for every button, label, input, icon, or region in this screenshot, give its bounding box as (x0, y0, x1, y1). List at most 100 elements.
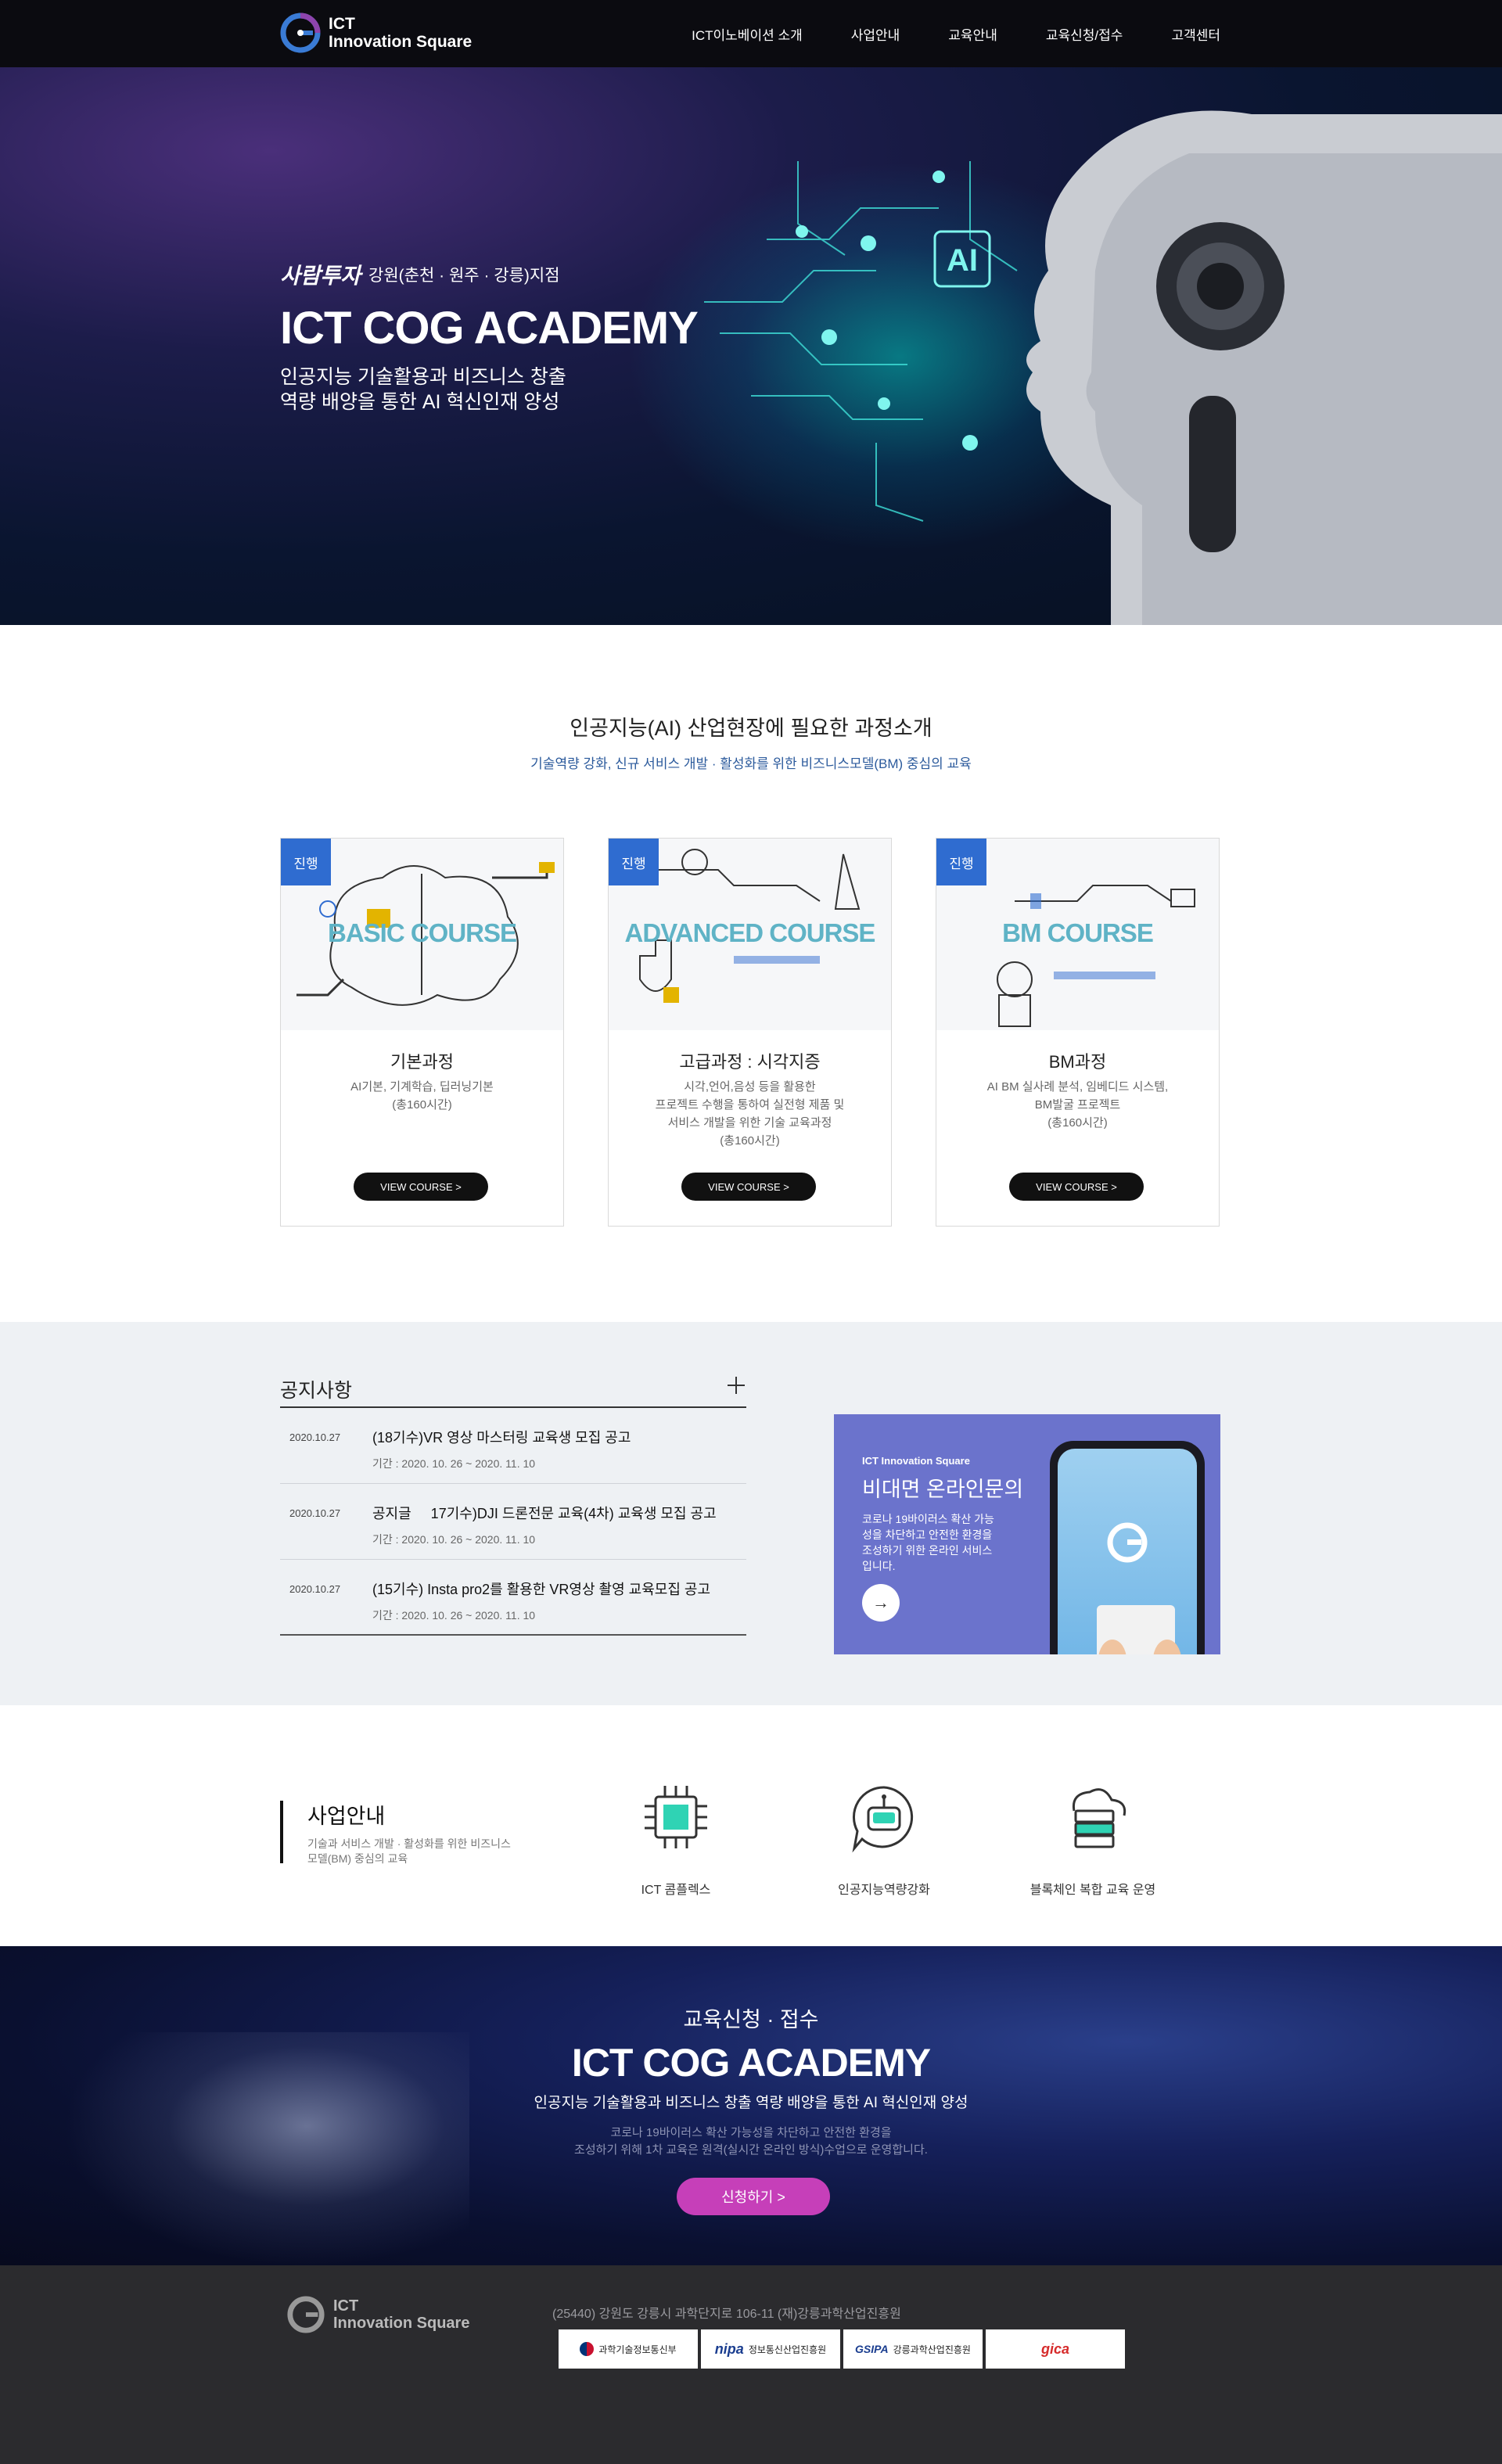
site-footer: ICT Innovation Square (25440) 강원도 강릉시 과학… (0, 2265, 1502, 2464)
course-art-title: ADVANCED COURSE (624, 918, 876, 947)
course-card-basic[interactable]: 진행 BASIC COURSE 기본과정 AI기본, 기계학습, 딥러닝기본 (… (280, 838, 564, 1227)
online-title: 비대면 온라인문의 (862, 1478, 1024, 1501)
business-item-blockchain[interactable]: 블록체인 복합 교육 운영 (1015, 1780, 1171, 1898)
course-illustration: 진행 BM COURSE (936, 839, 1219, 1030)
course-section: 인공지능(AI) 산업현장에 필요한 과정소개 기술역량 강화, 신규 서비스 … (0, 625, 1502, 1322)
course-description: AI BM 실사례 분석, 임베디드 시스템, BM발굴 프로젝트 (총160시… (986, 1080, 1169, 1130)
more-plus-icon[interactable] (728, 1377, 745, 1394)
online-description: 코로나 19바이러스 확산 가능성을 차단하고 안전한 환경을 조성하기 위한 … (862, 1513, 994, 1572)
partner-mark: nipa (714, 2340, 744, 2357)
hero-ai-chip-label: AI (947, 243, 978, 278)
business-section: 사업안내 기술과 서비스 개발 · 활성화를 위한 비즈니스모델(BM) 중심의… (0, 1705, 1502, 1946)
view-course-button[interactable]: VIEW COURSE > (681, 1173, 816, 1201)
site-header: ICT Innovation Square ICT이노베이션 소개 사업안내 교… (0, 0, 1502, 67)
footer-logo-line1: ICT (333, 2297, 359, 2315)
notice-header: 공지사항 (280, 1369, 746, 1408)
course-art-title: BASIC COURSE (327, 918, 517, 947)
course-name: 고급과정 : 시각지증 (679, 1052, 821, 1072)
hero-desc-line2: 역량 배양을 통한 AI 혁신인재 양성 (280, 391, 560, 413)
apply-note: 코로나 19바이러스 확산 가능성을 차단하고 안전한 환경을 조성하기 위해 … (0, 2125, 1502, 2159)
hero-brand-line: 사람투자 강원(춘천 · 원주 · 강릉)지점 (280, 259, 560, 290)
apply-banner: 교육신청 · 접수 ICT COG ACADEMY 인공지능 기술활용과 비즈니… (0, 1946, 1502, 2265)
course-card-bm[interactable]: 진행 BM COURSE BM과정 AI BM 실사례 분석, 임베디드 시스템… (936, 838, 1220, 1227)
partner-msit[interactable]: 과학기술정보통신부 (559, 2329, 698, 2369)
partner-mark: gica (1040, 2340, 1070, 2357)
notice-item-title[interactable]: (15기수) Insta pro2를 활용한 VR영상 촬영 교육모집 공고 (372, 1579, 710, 1599)
course-card-advanced[interactable]: 진행 ADVANCED COURSE 고급과정 : 시각지증 시각,언어,음성 … (608, 838, 892, 1227)
phone-illustration (1050, 1441, 1205, 1654)
course-name: 기본과정 (390, 1052, 454, 1072)
partner-name: 정보통신산업진흥원 (748, 2344, 827, 2355)
nav-support[interactable]: 고객센터 (1171, 24, 1220, 44)
nav-apply[interactable]: 교육신청/접수 (1046, 24, 1123, 44)
partner-mark: GSIPA (855, 2343, 889, 2355)
main-nav: ICT이노베이션 소개 사업안내 교육안내 교육신청/접수 고객센터 (692, 0, 1220, 67)
status-badge: 진행 (609, 839, 659, 885)
hero-desc-line1: 인공지능 기술활용과 비즈니스 창출 (280, 366, 566, 388)
business-item-label: 인공지능역량강화 (838, 1884, 930, 1897)
hero-description: 인공지능 기술활용과 비즈니스 창출 역량 배양을 통한 AI 혁신인재 양성 (280, 365, 566, 415)
phone-logo-icon (1097, 1522, 1181, 1654)
course-illustration: 진행 ADVANCED COURSE (609, 839, 891, 1030)
partner-nipa[interactable]: nipa 정보통신산업진흥원 (701, 2329, 840, 2369)
nav-business[interactable]: 사업안내 (851, 24, 900, 44)
notice-item-title[interactable]: (18기수)VR 영상 마스터링 교육생 모집 공고 (372, 1427, 631, 1447)
notice-period: 기간 : 2020. 10. 26 ~ 2020. 11. 10 (372, 1533, 536, 1546)
business-title: 사업안내 (307, 1805, 386, 1828)
status-badge: 진행 (936, 839, 986, 885)
notice-title: 공지사항 (280, 1380, 353, 1402)
course-description: AI기본, 기계학습, 딥러닝기본 (총160시간) (350, 1080, 494, 1112)
korea-emblem-icon (580, 2342, 595, 2356)
apply-subtitle: 인공지능 기술활용과 비즈니스 창출 역량 배양을 통한 AI 혁신인재 양성 (534, 2095, 968, 2111)
hero-region: 강원(춘천 · 원주 · 강릉)지점 (368, 267, 560, 285)
business-description: 기술과 서비스 개발 · 활성화를 위한 비즈니스모델(BM) 중심의 교육 (307, 1837, 511, 1865)
hero-banner: AI 사람투자 강원(춘천 · 원주 · 강릉)지점 ICT COG ACADE… (0, 67, 1502, 625)
business-item-ict-complex[interactable]: ICT 콤플렉스 (598, 1780, 754, 1898)
cloud-server-icon (1072, 1788, 1126, 1848)
partner-name: 강릉과학산업진흥원 (893, 2344, 971, 2355)
logo-mark-icon (280, 13, 321, 53)
footer-logo[interactable]: ICT Innovation Square (286, 2295, 469, 2334)
online-inquiry-banner[interactable]: ICT Innovation Square 비대면 온라인문의 코로나 19바이… (834, 1414, 1220, 1654)
course-illustration: 진행 BASIC COURSE (281, 839, 563, 1030)
notice-period: 기간 : 2020. 10. 26 ~ 2020. 11. 10 (372, 1609, 536, 1622)
logo-line1: ICT (329, 15, 355, 33)
course-art-title: BM COURSE (1002, 918, 1154, 947)
nav-education[interactable]: 교육안내 (948, 24, 997, 44)
logo-line2: Innovation Square (329, 33, 473, 51)
section-accent-bar (280, 1801, 283, 1863)
partner-gsipa[interactable]: GSIPA 강릉과학산업진흥원 (843, 2329, 983, 2369)
robot-chat-icon (852, 1786, 914, 1853)
hero-brand-logo: 사람투자 (280, 264, 361, 288)
notice-item-title[interactable]: 공지글 17기수)DJI 드론전문 교육(4차) 교육생 모집 공고 (372, 1503, 717, 1523)
hero-title: ICT COG ACADEMY (280, 303, 699, 354)
notice-row[interactable]: 2020.10.27 (15기수) Insta pro2를 활용한 VR영상 촬… (280, 1560, 746, 1636)
nav-about[interactable]: ICT이노베이션 소개 (692, 24, 803, 44)
course-name: BM과정 (1048, 1052, 1107, 1072)
notice-row[interactable]: 2020.10.27 공지글 17기수)DJI 드론전문 교육(4차) 교육생 … (280, 1484, 746, 1560)
notice-date: 2020.10.27 (289, 1507, 341, 1519)
footer-logo-line2: Innovation Square (333, 2315, 470, 2332)
notice-row[interactable]: 2020.10.27 (18기수)VR 영상 마스터링 교육생 모집 공고 기간… (280, 1408, 746, 1484)
notice-date: 2020.10.27 (289, 1431, 341, 1443)
apply-title: ICT COG ACADEMY (571, 2041, 931, 2085)
notice-board: 공지사항 2020.10.27 (18기수)VR 영상 마스터링 교육생 모집 … (280, 1369, 746, 1636)
business-item-label: 블록체인 복합 교육 운영 (1029, 1884, 1156, 1897)
apply-button[interactable]: 신청하기 > (677, 2178, 830, 2215)
footer-logo-mark-icon (287, 2296, 325, 2333)
course-description: 시각,언어,음성 등을 활용한 프로젝트 수행을 통하여 실전형 제품 및 서비… (655, 1080, 845, 1148)
site-logo[interactable]: ICT Innovation Square (280, 13, 472, 53)
view-course-button[interactable]: VIEW COURSE > (354, 1173, 488, 1201)
arrow-right-icon[interactable]: → (862, 1584, 900, 1622)
chip-icon (645, 1786, 707, 1848)
apply-heading: 교육신청 · 접수 (683, 2008, 819, 2031)
status-badge: 진행 (281, 839, 331, 885)
business-item-ai[interactable]: 인공지능역량강화 (806, 1780, 962, 1898)
view-course-button[interactable]: VIEW COURSE > (1009, 1173, 1144, 1201)
hero-ai-robot-illustration: AI (704, 110, 1502, 625)
apply-note-line2: 조성하기 위해 1차 교육은 원격(실시간 온라인 방식)수업으로 운영합니다. (574, 2143, 928, 2157)
partner-logos: 과학기술정보통신부 nipa 정보통신산업진흥원 GSIPA 강릉과학산업진흥원… (559, 2329, 1125, 2369)
course-section-title: 인공지능(AI) 산업현장에 필요한 과정소개 (570, 717, 932, 740)
partner-gica[interactable]: gica (986, 2329, 1125, 2369)
partner-name: 과학기술정보통신부 (598, 2344, 677, 2355)
